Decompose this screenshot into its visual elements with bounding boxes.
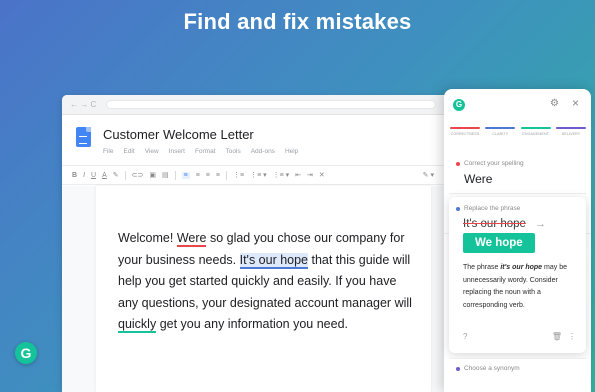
clear-format-icon[interactable]: ✕ [319, 171, 325, 179]
menu-file[interactable]: File [103, 148, 113, 155]
grammarly-logo-icon: G [453, 99, 465, 111]
card-hint-text: Correct your spelling [464, 160, 524, 167]
body-text-segment: get you any information you need. [156, 317, 349, 331]
delivery-bar [555, 127, 586, 129]
browser-bar: ← → C [62, 95, 462, 115]
tab-label: DELIVERY [561, 132, 581, 136]
numbered-list-icon[interactable]: ⋮≡ ▾ [273, 171, 290, 179]
suggestion-card-synonym[interactable]: Choose a synonym [449, 358, 586, 388]
card-hint: Replace the phrase [456, 205, 579, 212]
close-icon[interactable]: × [572, 96, 579, 110]
doc-header: Customer Welcome Letter File Edit View I… [62, 115, 462, 165]
editing-mode-icon[interactable]: ✎ ▾ [423, 171, 434, 179]
goals-icon[interactable]: ⚙ [550, 98, 559, 109]
tab-label: CORRECTNESS [450, 132, 480, 136]
strike-row: It's our hope → [463, 218, 579, 230]
align-right-icon[interactable]: ≡ [206, 172, 210, 179]
clarity-highlight-phrase[interactable]: It's our hope [239, 252, 309, 269]
browser-nav-buttons[interactable]: ← → C [70, 100, 96, 109]
arrow-right-icon: → [534, 218, 546, 230]
card-hint: Choose a synonym [456, 365, 586, 372]
line-spacing-icon[interactable]: ⋮≡ [233, 171, 244, 179]
clarity-bar [485, 127, 516, 129]
suggestion-card-clarity[interactable]: Replace the phrase It's our hope → We ho… [449, 197, 586, 353]
align-center-icon[interactable]: ≡ [196, 172, 200, 179]
tab-delivery[interactable]: DELIVERY [555, 127, 586, 136]
document-body[interactable]: Welcome! Were so glad you chose our comp… [118, 228, 418, 336]
card-footer: ? 🗑 ⋮ [463, 332, 576, 341]
body-text-segment: Welcome! [118, 231, 177, 245]
highlight-icon[interactable]: ✎ [113, 171, 119, 179]
help-icon[interactable]: ? [463, 332, 467, 341]
menu-addons[interactable]: Add-ons [251, 148, 275, 155]
address-bar[interactable] [106, 100, 437, 109]
text-color-button[interactable]: A [102, 172, 107, 179]
headline: Find and fix mistakes [183, 9, 412, 34]
toolbar-divider [174, 170, 176, 180]
engagement-underline-quickly[interactable]: quickly [118, 317, 157, 333]
card-hint-text: Choose a synonym [464, 365, 520, 372]
card-hint: Correct your spelling [456, 160, 586, 167]
dismiss-icon[interactable]: 🗑 [552, 332, 562, 341]
tab-clarity[interactable]: CLARITY [485, 127, 516, 136]
menu-insert[interactable]: Insert [169, 148, 185, 155]
original-phrase: It's our hope [463, 218, 526, 230]
engagement-bar [520, 127, 551, 129]
menu-view[interactable]: View [145, 148, 159, 155]
card-word: Were [464, 172, 493, 186]
tab-correctness[interactable]: CORRECTNESS [450, 127, 480, 136]
score-categories: CORRECTNESS CLARITY ENGAGEMENT DELIVERY [450, 127, 586, 136]
card-hint-text: Replace the phrase [464, 205, 521, 212]
bold-button[interactable]: B [72, 172, 77, 179]
tab-label: CLARITY [492, 132, 509, 136]
document-canvas: Welcome! Were so glad you chose our comp… [62, 186, 462, 392]
tab-label: ENGAGEMENT [522, 132, 549, 136]
format-toolbar: B I U A ✎ ⊂⊃ ▣ ▤ ≡ ≡ ≡ ≡ ⋮≡ ⋮≡ ▾ ⋮≡ ▾ ⇤ … [62, 165, 462, 185]
menu-help[interactable]: Help [285, 148, 298, 155]
clarity-dot-icon [456, 206, 460, 211]
docs-icon[interactable] [76, 127, 91, 147]
more-options-icon[interactable]: ⋮ [568, 332, 576, 341]
align-justify-icon[interactable]: ≡ [216, 172, 220, 179]
engagement-dot-icon [456, 366, 460, 371]
link-icon[interactable]: ⊂⊃ [132, 171, 144, 179]
correctness-dot-icon [456, 161, 460, 166]
italic-button[interactable]: I [83, 172, 85, 179]
menu-tools[interactable]: Tools [226, 148, 241, 155]
comment-icon[interactable]: ▣ [149, 171, 156, 179]
spelling-error-were[interactable]: Were [176, 231, 207, 247]
docs-window: ← → C Customer Welcome Letter File Edit … [62, 95, 462, 392]
explain-emphasis: it's our hope [500, 264, 543, 271]
image-icon[interactable]: ▤ [162, 171, 169, 179]
card-actions: 🗑 ⋮ [552, 332, 576, 341]
indent-increase-icon[interactable]: ⇥ [307, 171, 313, 179]
document-page[interactable]: Welcome! Were so glad you chose our comp… [96, 186, 431, 392]
align-left-icon[interactable]: ≡ [181, 171, 190, 179]
underline-button[interactable]: U [91, 172, 96, 179]
suggestion-card-spelling[interactable]: Correct your spelling Were [449, 154, 586, 194]
grammarly-float-button[interactable]: G [15, 342, 37, 364]
doc-menu-bar: File Edit View Insert Format Tools Add-o… [103, 148, 298, 155]
accept-suggestion-button[interactable]: We hope [463, 233, 535, 253]
menu-edit[interactable]: Edit [123, 148, 134, 155]
menu-format[interactable]: Format [195, 148, 216, 155]
tab-engagement[interactable]: ENGAGEMENT [520, 127, 551, 136]
suggestion-explanation: The phrase it's our hope may be unnecess… [463, 262, 581, 312]
bullet-list-icon[interactable]: ⋮≡ ▾ [250, 171, 267, 179]
explain-text: The phrase [463, 264, 501, 271]
toolbar-divider [225, 170, 227, 180]
indent-decrease-icon[interactable]: ⇤ [295, 171, 301, 179]
toolbar-divider [124, 170, 126, 180]
doc-title[interactable]: Customer Welcome Letter [103, 127, 254, 142]
correctness-bar [450, 127, 480, 129]
